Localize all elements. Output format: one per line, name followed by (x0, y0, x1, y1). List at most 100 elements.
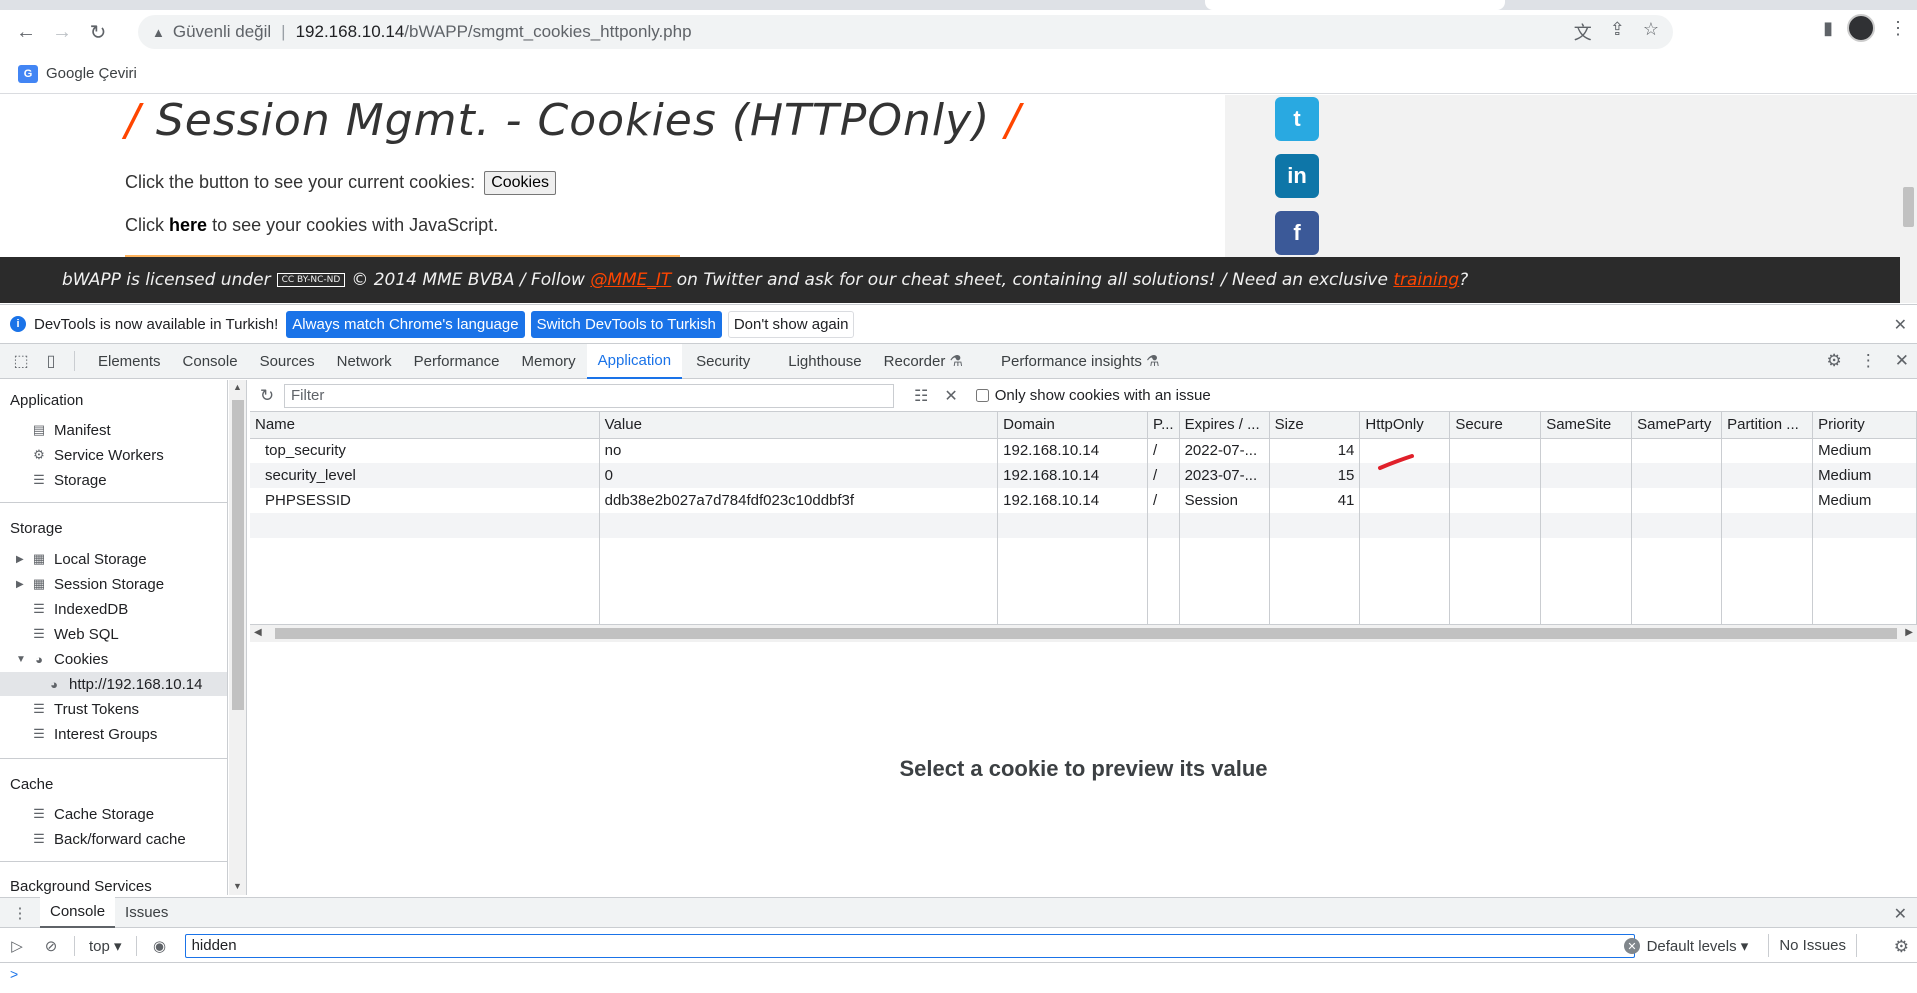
facebook-icon[interactable]: f (1275, 211, 1319, 255)
sidebar-item-storage[interactable]: ☰ Storage (30, 468, 106, 492)
tab-security[interactable]: Security (685, 344, 761, 379)
log-levels-dropdown[interactable]: Default levels ▾ (1647, 937, 1749, 955)
address-bar[interactable]: ▲ Güvenli değil | 192.168.10.14/bWAPP/sm… (138, 15, 1673, 49)
context-selector[interactable]: top ▾ (81, 937, 130, 955)
eye-icon[interactable]: ◉ (143, 937, 177, 955)
sidebar-scrollbar[interactable]: ▲ ▼ (229, 380, 247, 895)
sidebar-item-cookie-origin[interactable]: ◕ http://192.168.10.14 (45, 672, 202, 696)
col-sameparty[interactable]: SameParty (1631, 412, 1723, 439)
always-match-language-button[interactable]: Always match Chrome's language (286, 310, 525, 338)
cell-httponly[interactable] (1359, 488, 1451, 513)
drawer-tab-issues[interactable]: Issues (115, 897, 178, 928)
cell-name[interactable]: PHPSESSID (250, 488, 600, 513)
col-expires[interactable]: Expires / ... (1179, 412, 1270, 439)
cell-sameparty[interactable] (1631, 488, 1723, 513)
cell-expires[interactable]: 2023-07-... (1179, 463, 1270, 488)
tab-lighthouse[interactable]: Lighthouse (777, 344, 872, 379)
twitter-icon[interactable]: t (1275, 97, 1319, 141)
twitter-handle-link[interactable]: @MME_IT (590, 270, 671, 290)
cell-domain[interactable]: 192.168.10.14 (997, 438, 1149, 463)
cell-name[interactable]: top_security (250, 438, 600, 463)
close-drawer-icon[interactable]: ✕ (1894, 904, 1907, 924)
col-partition[interactable]: Partition ... (1721, 412, 1814, 439)
cc-license-badge[interactable]: CC BY-NC-ND (276, 273, 346, 287)
col-domain[interactable]: Domain (997, 412, 1149, 439)
tab-application[interactable]: Application (586, 343, 683, 379)
page-scrollbar[interactable] (1900, 95, 1917, 303)
issues-counter[interactable]: No Issues (1768, 934, 1858, 957)
clear-input-icon[interactable]: ✕ (1624, 938, 1640, 954)
cell-samesite[interactable] (1540, 438, 1633, 463)
more-options-icon[interactable]: ⋮ (1860, 351, 1877, 371)
linkedin-icon[interactable]: in (1275, 154, 1319, 198)
cell-partition[interactable] (1721, 488, 1814, 513)
cookies-button[interactable]: Cookies (484, 171, 557, 195)
sidebar-item-manifest[interactable]: ▤ Manifest (30, 418, 111, 442)
table-row[interactable]: top_security no 192.168.10.14 / 2022-07-… (250, 438, 1917, 463)
close-icon[interactable]: ✕ (1894, 315, 1907, 335)
dont-show-again-button[interactable]: Don't show again (727, 310, 855, 338)
training-link[interactable]: training (1393, 270, 1459, 290)
table-horizontal-scrollbar[interactable]: ◀ ▶ (250, 625, 1917, 642)
cell-priority[interactable]: Medium (1812, 488, 1917, 513)
cell-samesite[interactable] (1540, 463, 1633, 488)
cell-domain[interactable]: 192.168.10.14 (997, 488, 1149, 513)
settings-gear-icon[interactable]: ⚙ (1827, 351, 1842, 371)
clear-filtered-icon[interactable]: ☷ (914, 386, 928, 406)
cell-samesite[interactable] (1540, 488, 1633, 513)
sidepanel-icon[interactable]: ▮ (1823, 18, 1833, 39)
col-httponly[interactable]: HttpOnly (1359, 412, 1451, 439)
cell-value[interactable]: ddb38e2b027a7d784fdf023c10ddbf3f (599, 488, 999, 513)
cell-value[interactable]: 0 (599, 463, 999, 488)
only-issues-checkbox-input[interactable] (975, 389, 989, 402)
sidebar-item-indexeddb[interactable]: ☰ IndexedDB (30, 597, 128, 621)
col-secure[interactable]: Secure (1449, 412, 1542, 439)
cell-size[interactable]: 15 (1269, 463, 1361, 488)
delete-icon[interactable]: ✕ (944, 386, 957, 406)
table-row[interactable]: PHPSESSID ddb38e2b027a7d784fdf023c10ddbf… (250, 488, 1917, 513)
warning-icon[interactable]: ▲ (152, 25, 165, 40)
url-text[interactable]: 192.168.10.14/bWAPP/smgmt_cookies_httpon… (296, 22, 692, 42)
tab-recorder[interactable]: Recorder ⚗ (873, 344, 974, 379)
sidebar-item-service-workers[interactable]: ⚙ Service Workers (30, 443, 164, 467)
sidebar-toggle-icon[interactable]: ▷ (0, 937, 34, 955)
cell-path[interactable]: / (1147, 463, 1180, 488)
col-priority[interactable]: Priority (1812, 412, 1917, 439)
cell-domain[interactable]: 192.168.10.14 (997, 463, 1149, 488)
cell-path[interactable]: / (1147, 438, 1180, 463)
tab-performance[interactable]: Performance (403, 344, 511, 379)
cookie-filter-input[interactable] (284, 383, 894, 408)
inspect-element-icon[interactable]: ⬚ (6, 351, 36, 371)
refresh-icon[interactable]: ↻ (250, 386, 284, 406)
switch-to-turkish-button[interactable]: Switch DevTools to Turkish (530, 310, 722, 338)
tab-elements[interactable]: Elements (87, 344, 172, 379)
security-label[interactable]: Güvenli değil (173, 22, 271, 42)
cell-name[interactable]: security_level (250, 463, 600, 488)
sidebar-item-local-storage[interactable]: ▶ ▦ Local Storage (16, 547, 147, 571)
cell-value[interactable]: no (599, 438, 999, 463)
console-prompt[interactable]: > (10, 966, 18, 982)
sidebar-item-cookies[interactable]: ▼ ◕ Cookies (16, 647, 108, 671)
col-path[interactable]: P... (1147, 412, 1180, 439)
cell-sameparty[interactable] (1631, 438, 1723, 463)
cell-partition[interactable] (1721, 463, 1814, 488)
tab-sources[interactable]: Sources (249, 344, 326, 379)
sidebar-item-web-sql[interactable]: ☰ Web SQL (30, 622, 119, 646)
reload-icon[interactable]: ↻ (80, 14, 116, 50)
tab-network[interactable]: Network (326, 344, 403, 379)
avatar[interactable] (1847, 14, 1875, 42)
share-icon[interactable]: ⇪ (1610, 19, 1625, 45)
sidebar-item-session-storage[interactable]: ▶ ▦ Session Storage (16, 572, 164, 596)
collapse-arrow-icon[interactable]: ▼ (16, 654, 26, 665)
device-toolbar-icon[interactable]: ▯ (36, 351, 66, 371)
translate-icon[interactable]: 文 (1574, 19, 1592, 45)
clear-console-icon[interactable]: ⊘ (34, 937, 68, 955)
cell-secure[interactable] (1449, 438, 1542, 463)
tab-memory[interactable]: Memory (511, 344, 587, 379)
cell-expires[interactable]: 2022-07-... (1179, 438, 1270, 463)
menu-icon[interactable]: ⋮ (1889, 18, 1907, 39)
cell-priority[interactable]: Medium (1812, 438, 1917, 463)
drawer-menu-icon[interactable]: ⋮ (0, 904, 40, 922)
cell-priority[interactable]: Medium (1812, 463, 1917, 488)
sidebar-item-trust-tokens[interactable]: ☰ Trust Tokens (30, 697, 139, 721)
